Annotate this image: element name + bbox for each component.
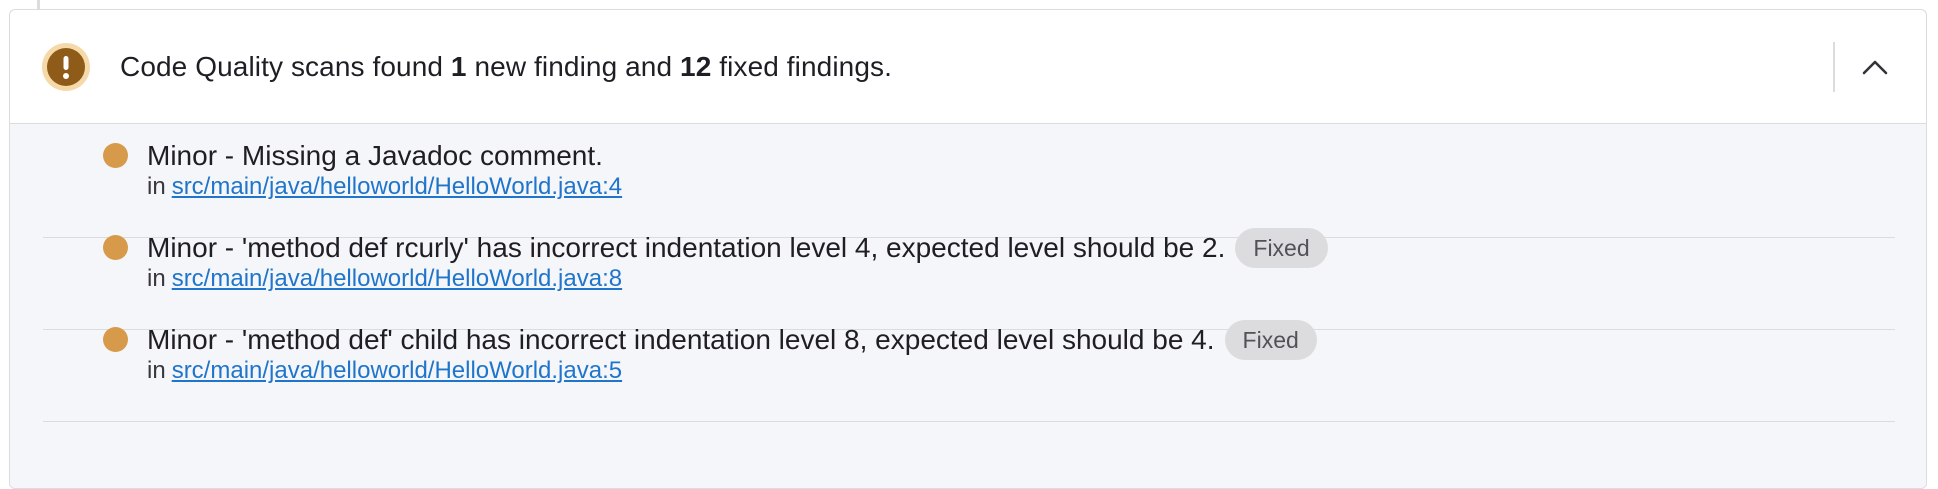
file-link[interactable]: src/main/java/helloworld/HelloWorld.java… <box>172 357 622 384</box>
finding-location-row: in src/main/java/helloworld/HelloWorld.ja… <box>147 265 622 293</box>
summary-middle: new finding and <box>466 50 681 82</box>
finding-item: Minor - 'method def' child has incorrect… <box>43 308 1895 422</box>
summary-prefix: Code Quality scans found <box>120 50 451 82</box>
location-prefix: in <box>147 173 166 200</box>
widget-header: Code Quality scans found 1 new finding a… <box>10 10 1926 124</box>
finding-title: Minor - 'method def rcurly' has incorrec… <box>147 232 1226 263</box>
warning-icon <box>47 47 85 86</box>
severity-minor-icon <box>103 327 128 352</box>
timeline-rail <box>37 0 40 9</box>
finding-title: Minor - Missing a Javadoc comment. <box>147 140 603 171</box>
file-link[interactable]: src/main/java/helloworld/HelloWorld.java… <box>172 173 622 200</box>
severity-minor-icon <box>103 235 128 260</box>
fixed-findings-count: 12 <box>680 50 712 82</box>
findings-summary: Code Quality scans found 1 new finding a… <box>120 51 892 83</box>
header-divider <box>1833 42 1835 92</box>
code-quality-widget: Code Quality scans found 1 new finding a… <box>9 9 1927 489</box>
finding-title-row: Minor - 'method def rcurly' has incorrec… <box>147 228 1328 268</box>
status-badge <box>42 42 90 91</box>
new-findings-count: 1 <box>450 50 467 82</box>
collapse-button[interactable] <box>1848 40 1902 94</box>
fixed-badge: Fixed <box>1224 320 1317 360</box>
findings-list: Minor - Missing a Javadoc comment. in src… <box>10 124 1926 488</box>
finding-title: Minor - 'method def' child has incorrect… <box>147 324 1215 355</box>
finding-title-row: Minor - Missing a Javadoc comment. <box>147 136 603 176</box>
fixed-badge: Fixed <box>1235 228 1328 268</box>
chevron-up-icon <box>1862 60 1888 75</box>
summary-suffix: fixed findings. <box>711 50 892 82</box>
severity-minor-icon <box>103 143 128 168</box>
location-prefix: in <box>147 265 166 292</box>
file-link[interactable]: src/main/java/helloworld/HelloWorld.java… <box>172 265 622 292</box>
finding-location-row: in src/main/java/helloworld/HelloWorld.ja… <box>147 357 622 385</box>
finding-title-row: Minor - 'method def' child has incorrect… <box>147 320 1317 360</box>
location-prefix: in <box>147 357 166 384</box>
finding-location-row: in src/main/java/helloworld/HelloWorld.ja… <box>147 173 622 201</box>
